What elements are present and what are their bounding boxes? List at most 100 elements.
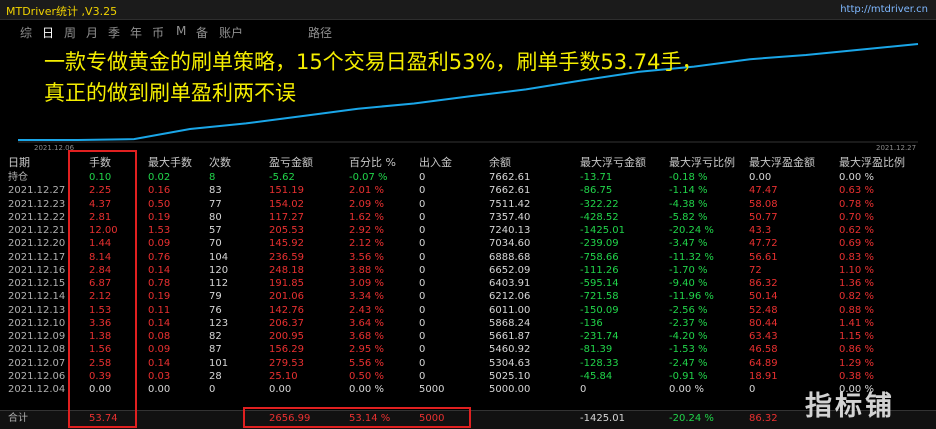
table-row[interactable]: 2021.12.20 1.44 0.09 70 145.92 2.12 % 0 7034.60… bbox=[0, 237, 936, 250]
table-cell: -20.24 % bbox=[669, 225, 714, 236]
total-cell: -1425.01 bbox=[580, 413, 625, 424]
table-cell: 2.01 % bbox=[349, 185, 384, 197]
toolbar-tab-5[interactable]: 年 bbox=[130, 24, 142, 41]
row-date: 2021.12.22 bbox=[8, 211, 66, 223]
column-header[interactable]: 手数 bbox=[89, 155, 111, 171]
toolbar-tab-0[interactable]: 综 bbox=[20, 24, 32, 41]
toolbar-tab-8[interactable]: 备 bbox=[196, 24, 208, 41]
watermark-logo: 指标铺 bbox=[805, 391, 895, 422]
column-header[interactable]: 余额 bbox=[489, 155, 511, 171]
table-cell: 0 bbox=[419, 370, 426, 382]
table-cell: -136 bbox=[580, 317, 603, 329]
table-cell: 0.00 bbox=[89, 384, 112, 395]
column-header[interactable]: 最大浮亏金额 bbox=[580, 155, 646, 171]
caption-line-1: 一款专做黄金的刷单策略，15个交易日盈利53%，刷单手数53.74手， bbox=[44, 50, 703, 74]
table-cell: 0 bbox=[419, 198, 426, 210]
table-cell: 1.56 bbox=[89, 344, 112, 356]
table-cell: 2.84 bbox=[89, 264, 112, 276]
table-cell: 28 bbox=[209, 370, 222, 382]
table-cell: 1.62 % bbox=[349, 211, 384, 223]
table-cell: 0.14 bbox=[148, 264, 171, 276]
table-cell: 6.87 bbox=[89, 278, 112, 289]
table-cell: -128.33 bbox=[580, 357, 619, 369]
table-row[interactable]: 2021.12.14 2.12 0.19 79 201.06 3.34 % 0 6212.06… bbox=[0, 290, 936, 303]
table-cell: 7240.13 bbox=[489, 225, 531, 236]
table-cell: 0 bbox=[419, 357, 426, 369]
table-cell: 0.00 % bbox=[349, 384, 384, 395]
column-header[interactable]: 日期 bbox=[8, 155, 30, 171]
table-cell: -595.14 bbox=[580, 278, 619, 289]
table-cell: 77 bbox=[209, 198, 222, 210]
table-row[interactable]: 2021.12.06 0.39 0.03 28 25.10 0.50 % 0 5025.10 -… bbox=[0, 370, 936, 383]
table-cell: 25.10 bbox=[269, 370, 298, 382]
table-row[interactable]: 2021.12.17 8.14 0.76 104 236.59 3.56 % 0 6888.6… bbox=[0, 251, 936, 264]
table-cell: 57 bbox=[209, 225, 222, 236]
toolbar-tab-4[interactable]: 季 bbox=[108, 24, 120, 41]
column-header[interactable]: 最大手数 bbox=[148, 155, 192, 171]
total-cell: 86.32 bbox=[749, 413, 778, 424]
app-url-link[interactable]: http://mtdriver.cn bbox=[840, 4, 928, 15]
toolbar-tab-10[interactable]: 路径 bbox=[308, 24, 332, 41]
table-cell: 0.09 bbox=[148, 238, 171, 250]
toolbar-tab-6[interactable]: 币 bbox=[152, 24, 164, 41]
table-cell: 0.69 % bbox=[839, 238, 874, 250]
table-cell: 142.76 bbox=[269, 304, 304, 316]
table-cell: 191.85 bbox=[269, 278, 304, 289]
table-cell: 50.77 bbox=[749, 211, 778, 223]
table-row[interactable]: 2021.12.07 2.58 0.14 101 279.53 5.56 % 0 5304.6… bbox=[0, 357, 936, 370]
toolbar-tab-7[interactable]: M bbox=[176, 24, 186, 38]
table-cell: 4.37 bbox=[89, 198, 112, 210]
table-cell: 2.12 bbox=[89, 291, 112, 303]
table-cell: 0.63 % bbox=[839, 185, 874, 197]
table-row[interactable]: 2021.12.10 3.36 0.14 123 206.37 3.64 % 0 5868.2… bbox=[0, 317, 936, 330]
table-row[interactable]: 2021.12.27 2.25 0.16 83 151.19 2.01 % 0 7662.61… bbox=[0, 184, 936, 197]
column-header[interactable]: 最大浮盈金额 bbox=[749, 155, 815, 171]
table-cell: 0 bbox=[419, 304, 426, 316]
toolbar-tab-1[interactable]: 日 bbox=[42, 24, 54, 41]
toolbar-tab-3[interactable]: 月 bbox=[86, 24, 98, 41]
table-cell: 201.06 bbox=[269, 291, 304, 303]
table-cell: -5.82 % bbox=[669, 211, 708, 223]
holding-row[interactable]: 持仓 0.10 0.02 8 -5.62 -0.07 % 0 7662.61 -13.71 -0.… bbox=[0, 171, 936, 184]
table-cell: -1.70 % bbox=[669, 264, 708, 276]
toolbar-tab-9[interactable]: 账户 bbox=[219, 24, 243, 41]
table-cell: 0.08 bbox=[148, 331, 171, 342]
table-cell: 0.88 % bbox=[839, 304, 874, 316]
table-cell: -0.91 % bbox=[669, 370, 708, 382]
table-cell: 123 bbox=[209, 317, 229, 329]
table-cell: 72 bbox=[749, 264, 762, 276]
table-row[interactable]: 2021.12.22 2.81 0.19 80 117.27 1.62 % 0 7357.40… bbox=[0, 211, 936, 224]
table-row[interactable]: 2021.12.15 6.87 0.78 112 191.85 3.09 % 0 6403.9… bbox=[0, 277, 936, 290]
table-cell: 0.00 % bbox=[839, 172, 874, 183]
table-cell: 5868.24 bbox=[489, 317, 531, 329]
table-row[interactable]: 2021.12.09 1.38 0.08 82 200.95 3.68 % 0 5661.87… bbox=[0, 330, 936, 343]
table-cell: 0.70 % bbox=[839, 211, 874, 223]
table-cell: 1.29 % bbox=[839, 357, 874, 369]
table-cell: 236.59 bbox=[269, 251, 304, 263]
column-header[interactable]: 次数 bbox=[209, 155, 231, 171]
table-cell: -0.18 % bbox=[669, 172, 708, 183]
table-cell: -1.53 % bbox=[669, 344, 708, 356]
title-bar: MTDriver统计 ,V3.25 http://mtdriver.cn bbox=[0, 0, 936, 20]
table-cell: 2.43 % bbox=[349, 304, 384, 316]
table-cell: 104 bbox=[209, 251, 229, 263]
column-header[interactable]: 百分比 % bbox=[349, 155, 396, 171]
table-row[interactable]: 2021.12.13 1.53 0.11 76 142.76 2.43 % 0 6011.00… bbox=[0, 304, 936, 317]
table-cell: 52.48 bbox=[749, 304, 778, 316]
column-header[interactable]: 最大浮盈比例 bbox=[839, 155, 905, 171]
table-row[interactable]: 2021.12.23 4.37 0.50 77 154.02 2.09 % 0 7511.42… bbox=[0, 198, 936, 211]
column-header[interactable]: 出入金 bbox=[419, 155, 452, 171]
total-cell: 5000 bbox=[419, 413, 445, 424]
table-cell: 0.00 % bbox=[669, 384, 704, 395]
table-row[interactable]: 2021.12.08 1.56 0.09 87 156.29 2.95 % 0 5460.92… bbox=[0, 343, 936, 356]
total-label: 合计 bbox=[8, 413, 28, 424]
table-row[interactable]: 2021.12.16 2.84 0.14 120 248.18 3.88 % 0 6652.0… bbox=[0, 264, 936, 277]
toolbar-tab-2[interactable]: 周 bbox=[64, 24, 76, 41]
column-header[interactable]: 盈亏金额 bbox=[269, 155, 313, 171]
column-header[interactable]: 最大浮亏比例 bbox=[669, 155, 735, 171]
row-date: 2021.12.20 bbox=[8, 238, 66, 250]
table-row[interactable]: 2021.12.04 0.00 0.00 0 0.00 0.00 % 5000 5000.00… bbox=[0, 383, 936, 396]
table-row[interactable]: 2021.12.21 12.00 1.53 57 205.53 2.92 % 0 7240.1… bbox=[0, 224, 936, 237]
table-cell: -0.07 % bbox=[349, 172, 388, 183]
table-cell: 3.68 % bbox=[349, 331, 384, 342]
